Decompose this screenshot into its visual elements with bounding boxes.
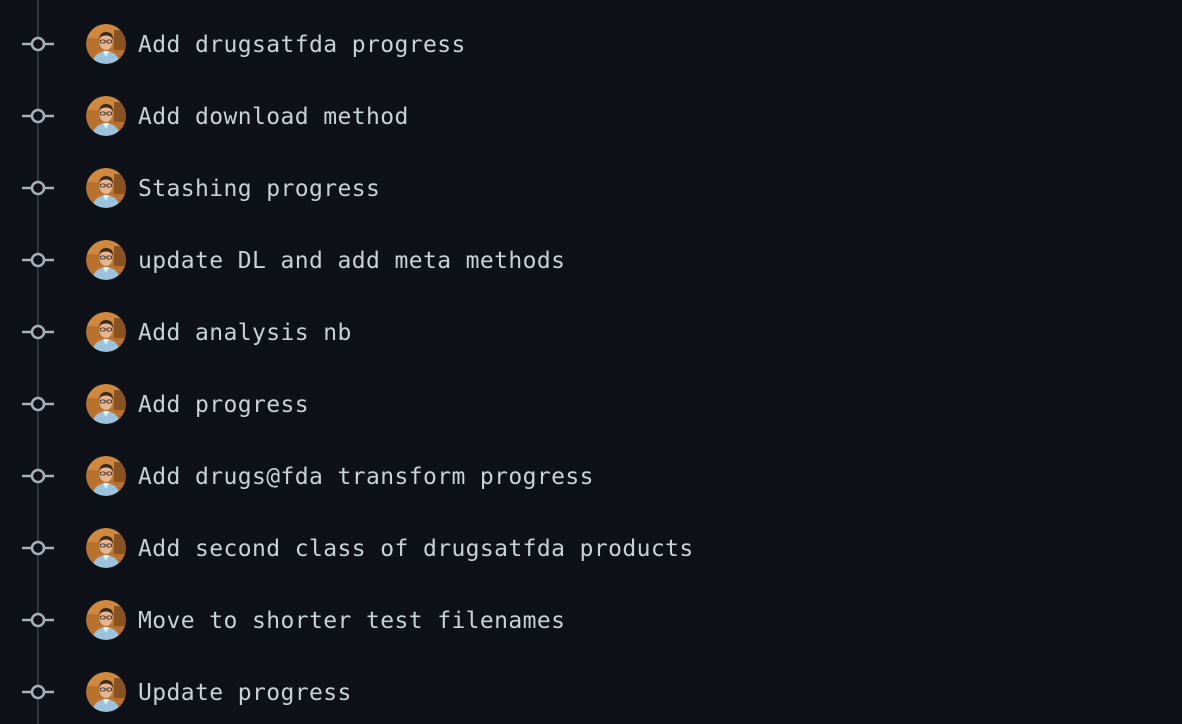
author-avatar[interactable] (86, 456, 126, 496)
author-avatar[interactable] (86, 312, 126, 352)
commit-row[interactable]: Add download method (0, 80, 1182, 152)
commit-message[interactable]: Add drugsatfda progress (138, 32, 466, 58)
commit-message[interactable]: Stashing progress (138, 176, 380, 202)
author-avatar[interactable] (86, 384, 126, 424)
git-commit-icon (20, 250, 56, 270)
author-avatar[interactable] (86, 528, 126, 568)
commit-row[interactable]: Add analysis nb (0, 296, 1182, 368)
commit-message[interactable]: Add download method (138, 104, 409, 130)
author-avatar[interactable] (86, 240, 126, 280)
commit-message[interactable]: Add drugs@fda transform progress (138, 464, 594, 490)
commit-row[interactable]: Stashing progress (0, 152, 1182, 224)
git-commit-icon (20, 34, 56, 54)
commit-message[interactable]: Move to shorter test filenames (138, 608, 565, 634)
commit-message[interactable]: Add progress (138, 392, 309, 418)
git-commit-icon (20, 466, 56, 486)
author-avatar[interactable] (86, 96, 126, 136)
commit-message[interactable]: Add analysis nb (138, 320, 352, 346)
commit-message[interactable]: Update progress (138, 680, 352, 706)
author-avatar[interactable] (86, 168, 126, 208)
commit-message[interactable]: update DL and add meta methods (138, 248, 565, 274)
commit-row[interactable]: Add second class of drugsatfda products (0, 512, 1182, 584)
author-avatar[interactable] (86, 600, 126, 640)
commit-history: Add drugsatfda progress Add download met… (0, 0, 1182, 724)
git-commit-icon (20, 322, 56, 342)
commit-row[interactable]: update DL and add meta methods (0, 224, 1182, 296)
commit-row[interactable]: Move to shorter test filenames (0, 584, 1182, 656)
git-commit-icon (20, 682, 56, 702)
git-commit-icon (20, 106, 56, 126)
git-commit-icon (20, 610, 56, 630)
author-avatar[interactable] (86, 24, 126, 64)
commit-row[interactable]: Add progress (0, 368, 1182, 440)
git-commit-icon (20, 538, 56, 558)
git-commit-icon (20, 178, 56, 198)
commit-row[interactable]: Add drugs@fda transform progress (0, 440, 1182, 512)
commit-row[interactable]: Update progress (0, 656, 1182, 724)
commit-message[interactable]: Add second class of drugsatfda products (138, 536, 694, 562)
commit-row[interactable]: Add drugsatfda progress (0, 8, 1182, 80)
author-avatar[interactable] (86, 672, 126, 712)
git-commit-icon (20, 394, 56, 414)
